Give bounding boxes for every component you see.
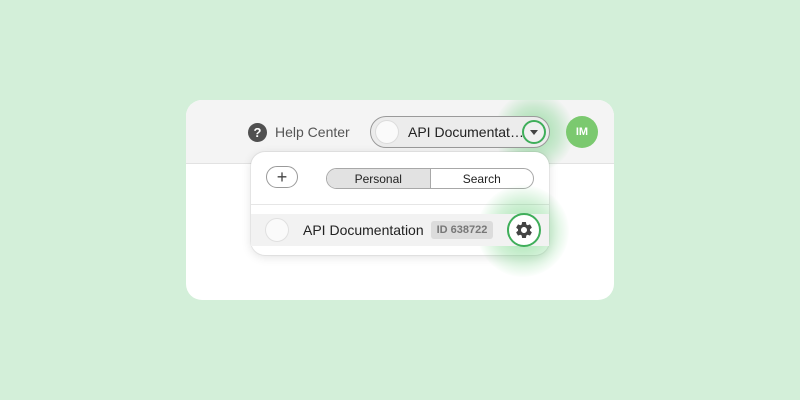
- help-center-link[interactable]: ? Help Center: [248, 122, 350, 142]
- workspace-avatar: [375, 120, 399, 144]
- user-avatar[interactable]: IM: [566, 116, 598, 148]
- workspace-tabs: Personal Search: [326, 168, 534, 189]
- workspace-selector-label: API Documentati…: [408, 124, 526, 140]
- tab-search[interactable]: Search: [431, 169, 534, 188]
- help-center-label: Help Center: [275, 124, 350, 140]
- workspace-settings-button[interactable]: [507, 213, 541, 247]
- gear-icon: [516, 221, 532, 238]
- workspace-dropdown-menu: + Personal Search API Documentation ID 6…: [251, 152, 569, 277]
- tab-personal[interactable]: Personal: [327, 169, 431, 188]
- question-circle-icon: ?: [248, 122, 267, 142]
- workspace-item-label: API Documentation: [303, 222, 424, 238]
- workspace-item-avatar: [265, 218, 289, 242]
- divider: [251, 204, 549, 205]
- add-workspace-button[interactable]: +: [266, 166, 298, 188]
- workspace-dropdown-button[interactable]: [522, 120, 546, 144]
- list-item[interactable]: API Documentation ID 638722: [251, 213, 549, 247]
- chevron-down-icon: [530, 129, 538, 135]
- workspace-id-badge: ID 638722: [430, 221, 494, 239]
